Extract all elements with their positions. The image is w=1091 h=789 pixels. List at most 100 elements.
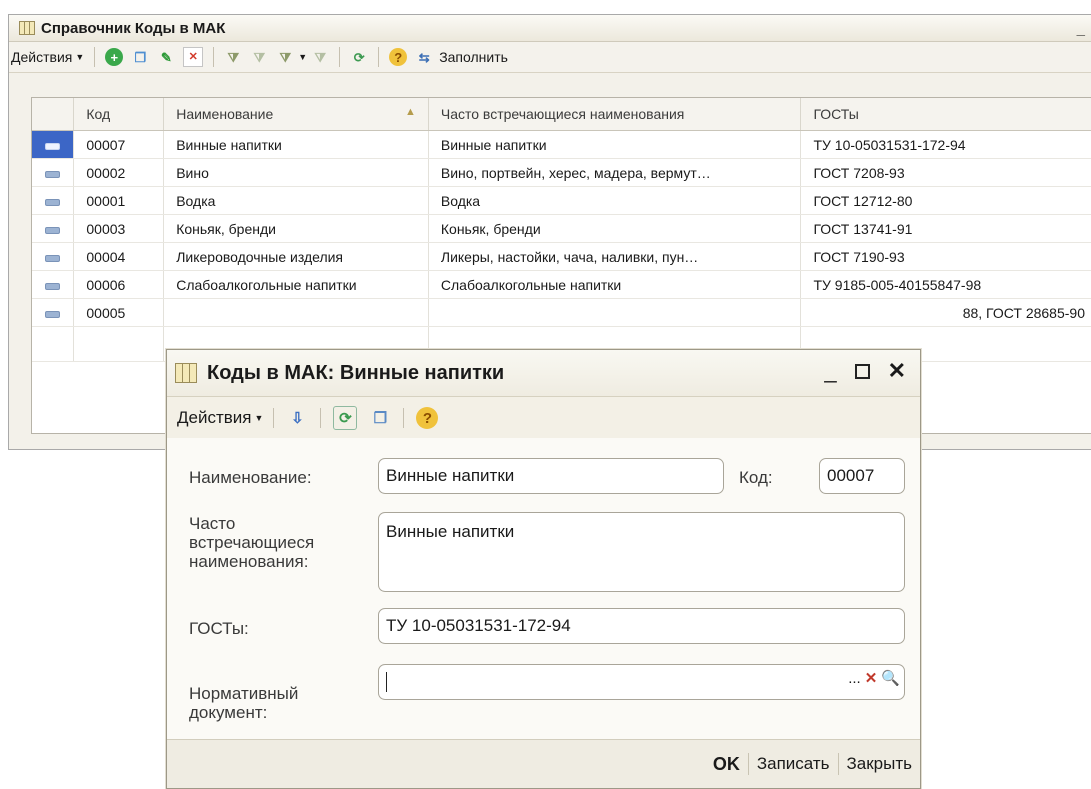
add-icon[interactable]: + <box>105 48 124 66</box>
edit-pencil-icon[interactable]: ✎ <box>157 48 175 66</box>
delete-icon[interactable]: ✕ <box>183 47 204 67</box>
filter-settings-icon[interactable]: ⧩ <box>224 48 242 66</box>
column-header-gost[interactable]: ГОСТы <box>800 98 1091 131</box>
dialog-form: Наименование: Винные напитки Код: 00007 … <box>167 438 920 740</box>
table-row[interactable]: 00003 Коньяк, бренди Коньяк, бренди ГОСТ 13… <box>32 214 1091 243</box>
cell-code: 00004 <box>73 242 165 271</box>
chevron-down-icon: ▼ <box>75 52 85 62</box>
cell-gost: ГОСТ 7190-93 <box>800 242 1091 271</box>
actions-menu[interactable]: Действия ▼ <box>9 49 88 65</box>
row-state-icon <box>45 254 61 262</box>
catalog-icon <box>175 363 197 383</box>
actions-menu-label: Действия <box>177 408 252 427</box>
fill-icon[interactable]: ⇆ <box>415 48 433 66</box>
dialog-toolbar: Действия ▼ ⇩ ⟳ ❐ ? <box>167 397 920 440</box>
write-button[interactable]: Записать <box>749 754 838 774</box>
row-marker <box>32 214 75 243</box>
help-icon[interactable]: ? <box>416 407 439 429</box>
code-field-value: 00007 <box>827 466 875 485</box>
copy-document-icon[interactable]: ❐ <box>369 407 391 429</box>
cell-common-names: Винные напитки <box>428 130 802 159</box>
code-field[interactable]: 00007 <box>819 458 905 494</box>
row-state-icon <box>45 310 61 318</box>
row-marker <box>32 270 75 299</box>
code-label: Код: <box>739 468 773 487</box>
cell-code: 00005 <box>73 298 165 327</box>
cell-common-names: Ликеры, настойки, чача, наливки, пун… <box>428 242 802 271</box>
cell-code: 00007 <box>73 130 165 159</box>
help-icon[interactable]: ? <box>389 48 408 66</box>
row-state-icon <box>45 198 61 206</box>
common-names-label-line1: Часто <box>189 514 236 533</box>
dialog-footer: OK Записать Закрыть <box>167 739 920 788</box>
sort-asc-icon: ▲ <box>404 106 416 118</box>
normative-doc-field[interactable]: ... ✕ 🔍 <box>378 664 905 700</box>
name-field[interactable]: Винные напитки <box>378 458 724 494</box>
select-button[interactable]: ... <box>848 670 861 687</box>
table-row[interactable]: 00006 Слабоалкогольные напитки Слабоалкого… <box>32 270 1091 299</box>
empty-cell <box>73 326 165 362</box>
open-search-icon[interactable]: 🔍 <box>881 669 900 687</box>
common-names-label: Часто встречающиеся наименования: <box>189 514 314 571</box>
filter-history-icon[interactable]: ⧩ <box>276 48 294 66</box>
toolbar-separator <box>339 47 341 67</box>
minimize-button[interactable]: _ <box>824 358 836 384</box>
clear-icon[interactable]: ✕ <box>865 669 878 687</box>
gost-field-value: ТУ 10-05031531-172-94 <box>386 616 571 635</box>
cell-name: Вино <box>163 158 429 187</box>
row-state-icon <box>45 142 61 150</box>
cell-common-names: Водка <box>428 186 802 215</box>
fill-button[interactable]: Заполнить <box>439 49 508 65</box>
chevron-down-icon: ▼ <box>254 413 264 423</box>
catalog-icon <box>19 21 35 35</box>
actions-menu[interactable]: Действия ▼ <box>167 408 267 428</box>
minimize-button[interactable]: _ <box>1077 21 1085 38</box>
gost-field[interactable]: ТУ 10-05031531-172-94 <box>378 608 905 644</box>
table-row[interactable]: 00002 Вино Вино, портвейн, херес, мадера, … <box>32 158 1091 187</box>
normative-doc-label-line2: документ: <box>189 703 268 722</box>
column-header-code[interactable]: Код <box>73 98 165 131</box>
cell-name: Винные напитки <box>163 130 429 159</box>
name-field-value: Винные напитки <box>386 466 515 485</box>
refresh-icon[interactable]: ⟳ <box>350 48 368 66</box>
cell-gost: ТУ 9185-005-40155847-98 <box>800 270 1091 299</box>
cell-common-names: Вино, портвейн, херес, мадера, вермут… <box>428 158 802 187</box>
table-row[interactable]: 00007 Винные напитки Винные напитки ТУ 10-0… <box>32 130 1091 159</box>
name-label: Наименование: <box>189 468 312 487</box>
cell-gost: ГОСТ 12712-80 <box>800 186 1091 215</box>
ok-button[interactable]: OK <box>705 754 748 775</box>
row-marker <box>32 158 75 187</box>
column-header-name[interactable]: Наименование ▲ <box>163 98 429 131</box>
cell-name: Слабоалкогольные напитки <box>163 270 429 299</box>
common-names-field-value: Винные напитки <box>386 522 515 541</box>
row-state-icon <box>45 226 61 234</box>
common-names-field[interactable]: Винные напитки <box>378 512 905 592</box>
actions-menu-label: Действия <box>11 49 73 65</box>
cell-common-names <box>428 298 802 327</box>
list-toolbar: Действия ▼ + ❐ ✎ ✕ ⧩ ⧩ ⧩ ▼ ⧩ ⟳ ? ⇆ Запол… <box>9 42 1091 73</box>
cell-gost: ГОСТ 13741-91 <box>800 214 1091 243</box>
cell-name: Ликероводочные изделия <box>163 242 429 271</box>
maximize-button[interactable] <box>854 363 870 379</box>
clear-filter-icon[interactable]: ⧩ <box>311 48 329 66</box>
row-state-icon <box>45 282 61 290</box>
table-row[interactable]: 00001 Водка Водка ГОСТ 12712-80 <box>32 186 1091 215</box>
text-cursor <box>386 672 387 692</box>
table-row[interactable]: 00005 88, ГОСТ 28685-90 <box>32 298 1091 327</box>
cell-gost: ТУ 10-05031531-172-94 <box>800 130 1091 159</box>
chevron-down-icon[interactable]: ▼ <box>298 52 307 62</box>
toolbar-separator <box>94 47 96 67</box>
close-button[interactable]: ✕ <box>888 358 906 384</box>
column-header-name-label: Наименование <box>176 106 274 122</box>
copy-icon[interactable]: ❐ <box>131 48 149 66</box>
cell-code: 00002 <box>73 158 165 187</box>
normative-doc-label-line1: Нормативный <box>189 684 299 703</box>
filter-by-value-icon[interactable]: ⧩ <box>250 48 268 66</box>
table-row[interactable]: 00004 Ликероводочные изделия Ликеры, насто… <box>32 242 1091 271</box>
cell-name: Водка <box>163 186 429 215</box>
save-and-close-icon[interactable]: ⇩ <box>286 407 308 429</box>
toolbar-separator <box>213 47 215 67</box>
close-dialog-button[interactable]: Закрыть <box>839 754 920 774</box>
reread-icon[interactable]: ⟳ <box>333 406 358 430</box>
column-header-common-names[interactable]: Часто встречающиеся наименования <box>428 98 802 131</box>
